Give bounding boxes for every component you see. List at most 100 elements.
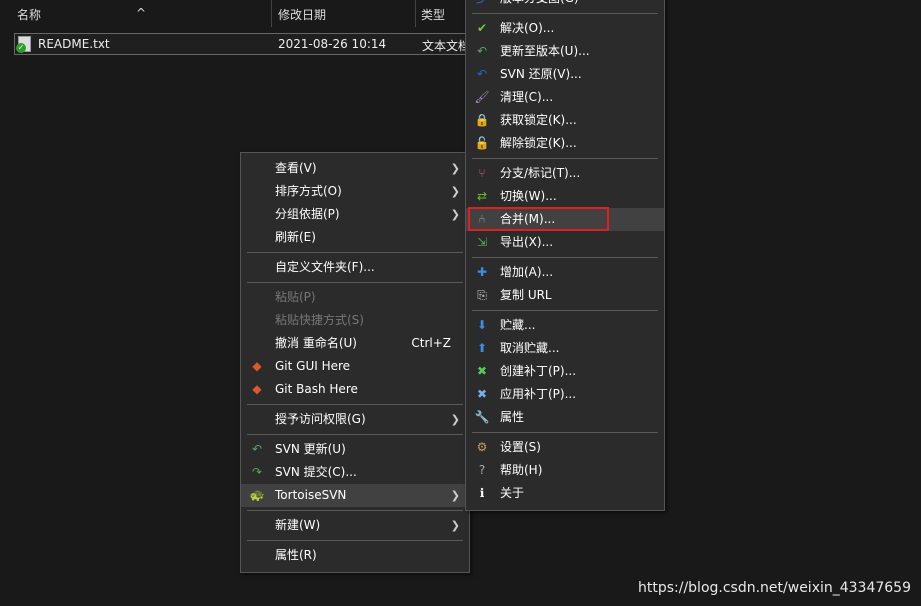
export-icon: ⇲: [476, 235, 488, 249]
menu-separator: [466, 254, 664, 261]
menu-item-entry[interactable]: 粘贴快捷方式(S): [241, 309, 469, 332]
menu-item-unshelve[interactable]: ⬆ 取消贮藏...: [466, 337, 664, 360]
menu-item-help[interactable]: ? 帮助(H): [466, 459, 664, 482]
tortoisesvn-submenu: ⤴ 版本分支图(G) ✔ 解决(O)... ↶ 更新至版本(U)... ↶ SVN 还原(V)…: [465, 0, 665, 511]
menu-item-label: 增加(A)...: [500, 265, 554, 279]
menu-item-label: 贮藏...: [500, 318, 536, 332]
watermark: https://blog.csdn.net/weixin_43347659: [637, 580, 911, 596]
menu-item-svn-update[interactable]: ↶ SVN 更新(U): [241, 438, 469, 461]
menu-item-unlock[interactable]: 🔓 解除锁定(K)...: [466, 132, 664, 155]
menu-item-label: 设置(S): [500, 440, 541, 454]
menu-item-tortoisesvn[interactable]: 🐢 TortoiseSVN ❯: [241, 484, 469, 507]
menu-item-label: 清理(C)...: [500, 90, 554, 104]
column-divider[interactable]: [415, 0, 416, 27]
menu-item-entry[interactable]: 撤消 重命名(U) Ctrl+Z: [241, 332, 469, 355]
menu-item-export[interactable]: ⇲ 导出(X)...: [466, 231, 664, 254]
chevron-right-icon: ❯: [450, 162, 460, 175]
menu-item-revision-graph[interactable]: ⤴ 版本分支图(G): [466, 0, 664, 10]
menu-item-entry[interactable]: 授予访问权限(G) ❯: [241, 408, 469, 431]
menu-item-label: 属性: [500, 410, 525, 424]
menu-item-entry[interactable]: 新建(W) ❯: [241, 514, 469, 537]
file-row[interactable]: ✓ README.txt 2021-08-26 10:14 文本文档: [14, 33, 470, 55]
menu-item-branch[interactable]: ⑂ 分支/标记(T)...: [466, 162, 664, 185]
chevron-right-icon: ❯: [450, 185, 460, 198]
context-menu: 查看(V) ❯ 排序方式(O) ❯ 分组依据(P) ❯ 刷新(E) 自定义文件夹(F)... 粘…: [240, 152, 470, 573]
shortcut-label: Ctrl+Z: [411, 336, 451, 350]
svn-update-icon: ↶: [251, 442, 263, 456]
menu-separator: [466, 155, 664, 162]
menu-item-add[interactable]: ✚ 增加(A)...: [466, 261, 664, 284]
column-name[interactable]: 名称: [17, 6, 41, 23]
menu-item-update-to-revision[interactable]: ↶ 更新至版本(U)...: [466, 40, 664, 63]
menu-item-label: 应用补丁(P)...: [500, 387, 577, 401]
menu-item-label: SVN 还原(V)...: [500, 67, 582, 81]
menu-item-git[interactable]: ◆ Git Bash Here: [241, 378, 469, 401]
menu-item-cleanup[interactable]: 🖌 清理(C)...: [466, 86, 664, 109]
menu-item-revert[interactable]: ↶ SVN 还原(V)...: [466, 63, 664, 86]
menu-item-label: 分组依据(P): [275, 207, 340, 221]
menu-item-properties[interactable]: 🔧 属性: [466, 406, 664, 429]
lock-icon: 🔒: [474, 113, 490, 127]
menu-item-settings[interactable]: ⚙ 设置(S): [466, 436, 664, 459]
menu-item-entry[interactable]: 排序方式(O) ❯: [241, 180, 469, 203]
menu-item-label: 自定义文件夹(F)...: [275, 260, 375, 274]
menu-item-lock[interactable]: 🔒 获取锁定(K)...: [466, 109, 664, 132]
menu-separator: [241, 279, 469, 286]
menu-item-label: 解决(O)...: [500, 21, 555, 35]
about-icon: ℹ: [479, 486, 485, 500]
file-type: 文本文档: [422, 39, 470, 53]
menu-item-entry[interactable]: 刷新(E): [241, 226, 469, 249]
revert-icon: ↶: [476, 67, 488, 81]
shelve-icon: ⬇: [476, 318, 488, 332]
menu-item-label: Git GUI Here: [275, 359, 351, 373]
menu-item-label: 创建补丁(P)...: [500, 364, 577, 378]
revision-graph-icon: ⤴: [474, 0, 490, 6]
menu-item-entry[interactable]: 属性(R): [241, 544, 469, 567]
menu-item-resolve[interactable]: ✔ 解决(O)...: [466, 17, 664, 40]
menu-separator: [241, 431, 469, 438]
apply-patch-icon: ✖: [476, 387, 488, 401]
menu-item-entry[interactable]: 自定义文件夹(F)...: [241, 256, 469, 279]
menu-item-label: 切换(W)...: [500, 189, 557, 203]
column-type[interactable]: 类型: [421, 6, 445, 23]
switch-icon: ⇄: [476, 189, 488, 203]
menu-item-label: 更新至版本(U)...: [500, 44, 590, 58]
menu-item-apply-patch[interactable]: ✖ 应用补丁(P)...: [466, 383, 664, 406]
menu-item-shelve[interactable]: ⬇ 贮藏...: [466, 314, 664, 337]
menu-item-label: SVN 提交(C)...: [275, 465, 357, 479]
unlock-icon: 🔓: [474, 136, 490, 150]
tortoisesvn-icon: 🐢: [249, 488, 265, 502]
menu-item-label: 解除锁定(K)...: [500, 136, 577, 150]
menu-item-label: 排序方式(O): [275, 184, 342, 198]
column-modified[interactable]: 修改日期: [278, 6, 326, 23]
menu-item-create-patch[interactable]: ✖ 创建补丁(P)...: [466, 360, 664, 383]
menu-item-entry[interactable]: 查看(V) ❯: [241, 157, 469, 180]
menu-item-label: 分支/标记(T)...: [500, 166, 581, 180]
menu-separator: [241, 401, 469, 408]
create-patch-icon: ✖: [476, 364, 488, 378]
chevron-right-icon: ❯: [450, 489, 460, 502]
menu-item-label: 粘贴(P): [275, 290, 316, 304]
menu-item-entry[interactable]: 粘贴(P): [241, 286, 469, 309]
menu-item-svn-commit[interactable]: ↷ SVN 提交(C)...: [241, 461, 469, 484]
help-icon: ?: [478, 463, 486, 477]
sort-ascending-icon: ^: [136, 6, 147, 20]
menu-item-entry[interactable]: 分组依据(P) ❯: [241, 203, 469, 226]
menu-item-about[interactable]: ℹ 关于: [466, 482, 664, 505]
menu-separator: [241, 537, 469, 544]
column-divider[interactable]: [271, 0, 272, 27]
menu-item-label: Git Bash Here: [275, 382, 358, 396]
menu-item-copy-url[interactable]: ⎘ 复制 URL: [466, 284, 664, 307]
menu-item-label: 查看(V): [275, 161, 317, 175]
chevron-right-icon: ❯: [450, 519, 460, 532]
menu-separator: [466, 307, 664, 314]
menu-item-label: 授予访问权限(G): [275, 412, 366, 426]
menu-separator: [466, 10, 664, 17]
menu-item-switch[interactable]: ⇄ 切换(W)...: [466, 185, 664, 208]
chevron-right-icon: ❯: [450, 208, 460, 221]
menu-item-label: 粘贴快捷方式(S): [275, 313, 364, 327]
column-header-bar: ^ 名称 修改日期 类型: [0, 0, 470, 28]
menu-item-git[interactable]: ◆ Git GUI Here: [241, 355, 469, 378]
menu-item-label: 取消贮藏...: [500, 341, 560, 355]
menu-item-label: 导出(X)...: [500, 235, 554, 249]
